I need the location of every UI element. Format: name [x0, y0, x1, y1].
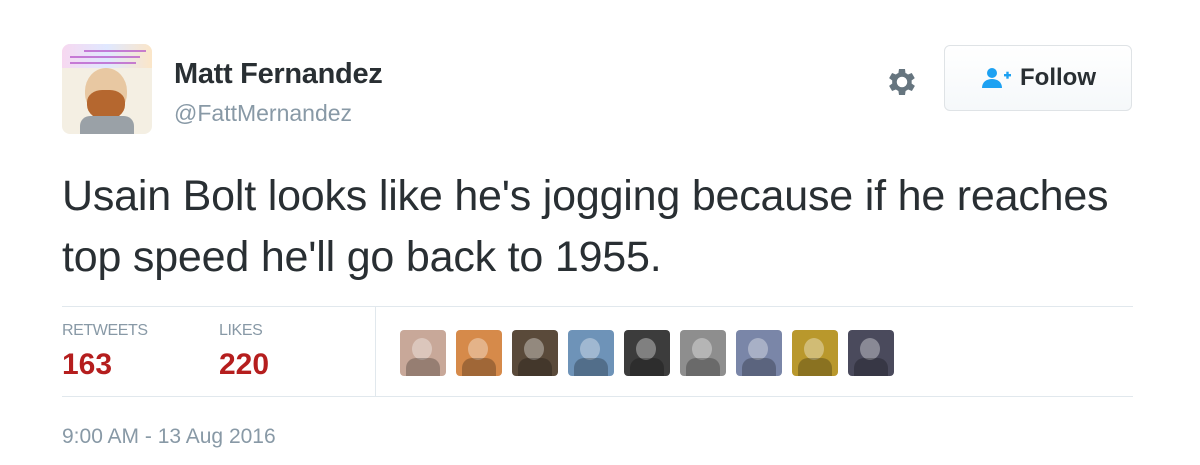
tweet-text: Usain Bolt looks like he's jogging becau…	[62, 172, 1109, 281]
tweet-card: Matt Fernandez @FattMernandez Follow Usa…	[0, 0, 1200, 465]
liker-avatar[interactable]	[848, 330, 894, 376]
likes-label: LIKES	[219, 322, 263, 339]
liker-avatar[interactable]	[792, 330, 838, 376]
avatar-banner	[62, 44, 152, 68]
follow-button-label: Follow	[1020, 64, 1096, 91]
liker-avatar[interactable]	[400, 330, 446, 376]
liker-avatar[interactable]	[568, 330, 614, 376]
avatar[interactable]	[62, 44, 152, 134]
author-name[interactable]: Matt Fernandez	[174, 58, 383, 91]
likes-count: 220	[219, 348, 270, 381]
likers-list	[400, 330, 894, 376]
liker-avatar[interactable]	[736, 330, 782, 376]
gear-icon[interactable]	[884, 64, 920, 100]
liker-avatar[interactable]	[624, 330, 670, 376]
liker-avatar[interactable]	[680, 330, 726, 376]
liker-avatar[interactable]	[512, 330, 558, 376]
divider	[62, 306, 1133, 307]
divider	[62, 396, 1133, 397]
likes-stat[interactable]: LIKES 220	[219, 322, 269, 382]
author-handle[interactable]: @FattMernandez	[174, 100, 352, 127]
divider	[375, 306, 376, 396]
retweets-label: RETWEETS	[62, 322, 148, 339]
retweets-count: 163	[62, 348, 113, 381]
liker-avatar[interactable]	[456, 330, 502, 376]
follow-button[interactable]: Follow	[944, 45, 1132, 111]
add-user-icon	[980, 66, 1012, 90]
tweet-timestamp[interactable]: 9:00 AM - 13 Aug 2016	[62, 425, 276, 449]
retweets-stat[interactable]: RETWEETS 163	[62, 322, 148, 382]
